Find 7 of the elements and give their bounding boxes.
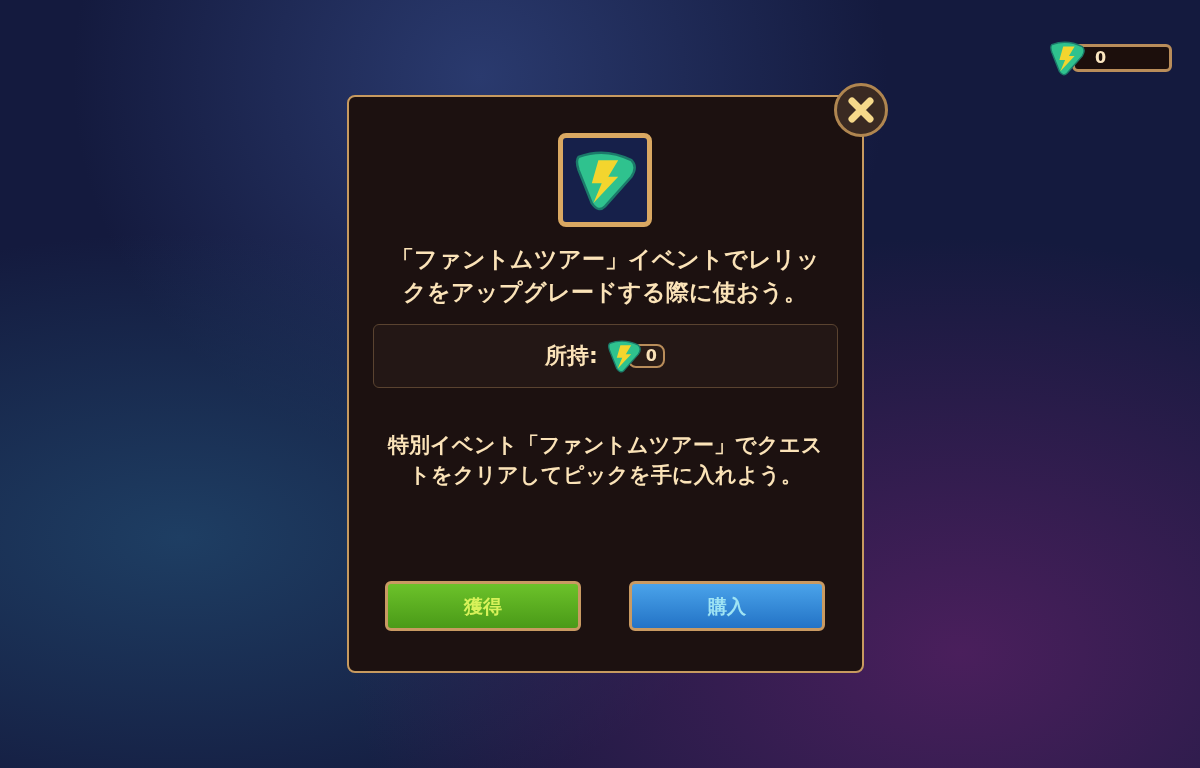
buy-button[interactable]: 購入 (629, 581, 825, 631)
earn-button[interactable]: 獲得 (385, 581, 581, 631)
close-button[interactable] (833, 83, 888, 137)
holdings-label: 所持: (545, 342, 598, 371)
description-text: 「ファントムツアー」イベントでレリックをアップグレードする際に使おう。 (389, 245, 821, 308)
instruction-text: 特別イベント「ファントムツアー」でクエストをクリアしてピックを手に入れよう。 (386, 431, 824, 490)
close-icon (845, 95, 876, 125)
